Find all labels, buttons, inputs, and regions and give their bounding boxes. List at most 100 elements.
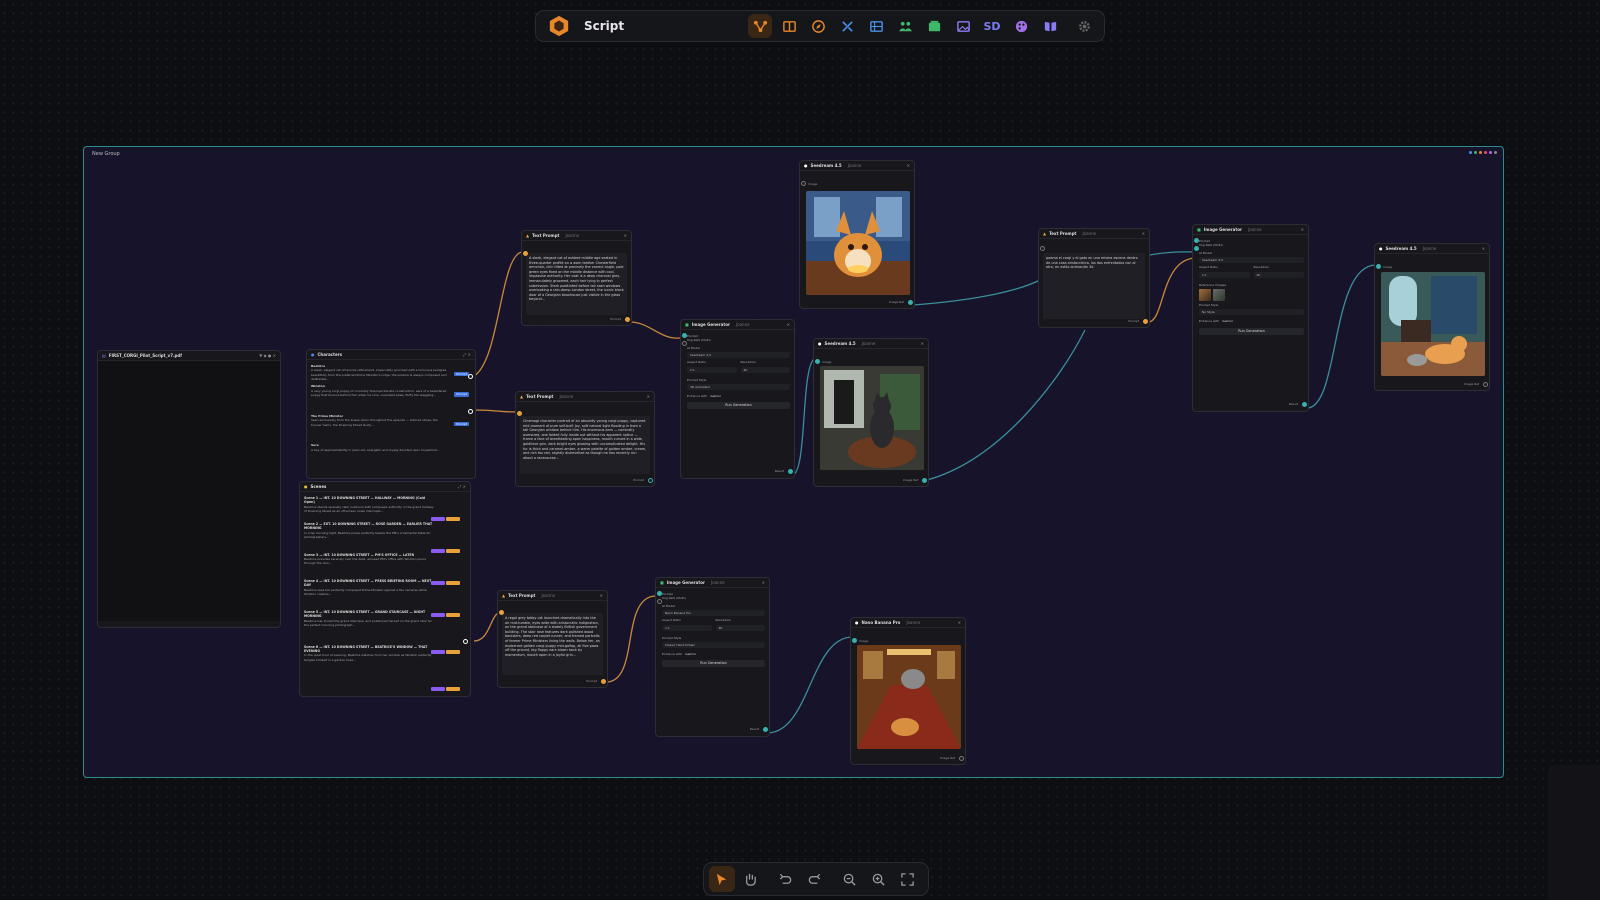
output-port[interactable] <box>601 679 606 684</box>
redo-button[interactable] <box>802 866 828 892</box>
prompt-port[interactable] <box>1194 238 1199 243</box>
input-port[interactable] <box>1040 246 1045 251</box>
shortlist-tag[interactable] <box>431 687 445 691</box>
hand-tool-button[interactable] <box>738 866 764 892</box>
resolution-select[interactable]: 2K <box>740 366 790 373</box>
image-ref-port[interactable] <box>959 756 964 761</box>
result-port[interactable] <box>788 469 793 474</box>
shortlist-tag[interactable] <box>431 549 445 553</box>
text-prompt-header[interactable]: ▲ Text Prompt Joanne ✕ <box>498 591 607 601</box>
enhance-model[interactable]: Gemini <box>710 394 721 398</box>
node-close-icon[interactable]: ✕ <box>647 394 650 399</box>
shortlist-tag[interactable] <box>431 650 445 654</box>
prompt-tag[interactable] <box>446 549 460 553</box>
characters-node[interactable]: ● Characters ⤢ ✕ Beatrice A sleek, elegan… <box>306 349 476 479</box>
node-close-icon[interactable]: ✕ <box>624 233 627 238</box>
zoom-in-button[interactable] <box>865 866 891 892</box>
shortlist-tag[interactable] <box>431 517 445 521</box>
characters-node-header[interactable]: ● Characters ⤢ ✕ <box>307 350 475 360</box>
fit-screen-button[interactable] <box>894 866 920 892</box>
prompt-style-select[interactable]: 3D Animated <box>687 384 790 391</box>
prompt-tag[interactable] <box>446 581 460 585</box>
image-generator-header[interactable]: ■ Image Generator Joanne ✕ <box>681 320 794 330</box>
image-ref-port[interactable] <box>922 478 927 483</box>
node-close-icon[interactable]: ✕ <box>1142 231 1145 236</box>
enhance-model[interactable]: Gemini <box>685 652 696 656</box>
text-prompt-node-2[interactable]: ▲ Text Prompt Joanne ✕ Cinemagi character p… <box>515 391 655 487</box>
aspect-ratio-select[interactable]: 1:1 <box>1199 271 1250 278</box>
image-generator-header[interactable]: ■ Image Generator Joanne ✕ <box>1193 225 1308 235</box>
prompt-button[interactable]: Prompt <box>454 421 469 427</box>
generated-image-staircase[interactable] <box>857 645 961 749</box>
node-close-icon[interactable]: ✕ <box>600 593 603 598</box>
seedream-header[interactable]: ● Seedream 4.5 Joanne ✕ <box>814 339 928 349</box>
reference-thumb[interactable] <box>1213 289 1225 302</box>
pdf-preview[interactable] <box>98 361 280 621</box>
generated-image-corgi[interactable] <box>806 191 910 295</box>
shortlist-tag[interactable] <box>431 613 445 617</box>
nano-banana-header[interactable]: ● Nano Banana Pro Joanne ✕ <box>851 618 965 628</box>
node-close-icon[interactable]: ✕ <box>1482 246 1485 251</box>
model-select[interactable]: Seedream 4.5 <box>687 352 790 359</box>
input-port[interactable] <box>499 610 504 615</box>
aspect-ratio-select[interactable]: 1:1 <box>687 366 737 373</box>
seedream-header[interactable]: ● Seedream 4.5 Joanne ✕ <box>800 161 914 171</box>
node-close-icon[interactable]: ✕ <box>1301 227 1304 232</box>
prompt-port[interactable] <box>657 591 662 596</box>
image-ref-port[interactable] <box>908 300 913 305</box>
zoom-out-button[interactable] <box>836 866 862 892</box>
aspect-ratio-select[interactable]: 1:1 <box>662 624 712 631</box>
node-close-icon[interactable]: ✕ <box>958 620 961 625</box>
prompt-style-select[interactable]: Classic Hand-Drawn <box>662 642 765 649</box>
run-generation-button[interactable]: Run Generation <box>687 402 790 410</box>
node-close-icon[interactable]: ✕ <box>787 322 790 327</box>
scene-port[interactable] <box>463 639 468 644</box>
reference-images[interactable] <box>1199 289 1304 302</box>
image-generator-header[interactable]: ■ Image Generator Joanne ✕ <box>656 578 769 588</box>
node-close-icon[interactable]: ⤢ ✕ <box>463 352 471 357</box>
node-close-icon[interactable]: ✕ <box>921 341 924 346</box>
image-generator-node-3[interactable]: ■ Image Generator Joanne ✕ Prompt Img Refs … <box>1192 224 1309 412</box>
seedream-header[interactable]: ● Seedream 4.5 Joanne ✕ <box>1375 244 1489 254</box>
result-port[interactable] <box>763 727 768 732</box>
model-select[interactable]: Seedream 4.5 <box>1199 257 1304 264</box>
seedream-node-3[interactable]: ● Seedream 4.5 Joanne ✕ Image Image Ref <box>1374 243 1490 391</box>
output-port[interactable] <box>1143 319 1148 324</box>
prompt-style-select[interactable]: No Style <box>1199 309 1304 316</box>
generated-image-cat[interactable] <box>820 366 924 470</box>
image-generator-node-2[interactable]: ■ Image Generator Joanne ✕ Prompt Img Refs … <box>655 577 770 737</box>
run-generation-button[interactable]: Run Generation <box>1199 327 1304 335</box>
pdf-node-header[interactable]: ▤ FIRST_CORGI_Pilot_Script_v7.pdf ▼ ◆ ● … <box>98 351 280 361</box>
reference-thumb[interactable] <box>1199 289 1211 302</box>
output-port[interactable] <box>625 317 630 322</box>
img-refs-port[interactable] <box>1194 246 1199 251</box>
seedream-node-2[interactable]: ● Seedream 4.5 Joanne ✕ Image Image Ref <box>813 338 929 487</box>
character-port[interactable] <box>468 374 473 379</box>
prompt-tag[interactable] <box>446 517 460 521</box>
result-port[interactable] <box>1302 402 1307 407</box>
node-close-icon[interactable]: ⤢ ✕ <box>458 484 466 489</box>
prompt-text[interactable]: Cinemagi character portrait of an absurd… <box>520 416 650 474</box>
nano-banana-node[interactable]: ● Nano Banana Pro Joanne ✕ Image Image Ref <box>850 617 966 765</box>
model-select[interactable]: Nano Banana Pro <box>662 610 765 617</box>
node-close-icon[interactable]: ✕ <box>762 580 765 585</box>
pdf-node[interactable]: ▤ FIRST_CORGI_Pilot_Script_v7.pdf ▼ ◆ ● … <box>97 350 281 628</box>
seedream-node-1[interactable]: ● Seedream 4.5 Joanne ✕ Image Image Ref <box>799 160 915 309</box>
prompt-button[interactable]: Prompt <box>454 372 469 377</box>
prompt-tag[interactable] <box>446 687 460 691</box>
image-input-port[interactable] <box>852 638 857 643</box>
image-input-port[interactable] <box>1376 264 1381 269</box>
image-generator-node-1[interactable]: ■ Image Generator Joanne ✕ Prompt Img Refs … <box>680 319 795 479</box>
resolution-select[interactable]: 2K <box>715 624 765 631</box>
text-prompt-node-1[interactable]: ▲ Text Prompt Joanne ✕ A sleek, elegant cat… <box>521 230 632 326</box>
text-prompt-header[interactable]: ▲ Text Prompt Joanne ✕ <box>1039 229 1149 239</box>
pdf-node-controls[interactable]: ▼ ◆ ● ✕ <box>259 353 276 358</box>
prompt-button[interactable]: Prompt <box>454 392 469 397</box>
input-port[interactable] <box>517 411 522 416</box>
scenes-node-header[interactable]: ● Scenes ⤢ ✕ <box>300 482 470 492</box>
scenes-node[interactable]: ● Scenes ⤢ ✕ Scene 1 — INT. 10 DOWNING S… <box>299 481 471 697</box>
prompt-tag[interactable] <box>446 613 460 617</box>
prompt-text[interactable]: A sleek, elegant cat of ashbed middle ag… <box>526 253 627 315</box>
prompt-text[interactable]: poema el corgi y el gato en una misma es… <box>1043 253 1145 319</box>
character-port[interactable] <box>468 409 473 414</box>
